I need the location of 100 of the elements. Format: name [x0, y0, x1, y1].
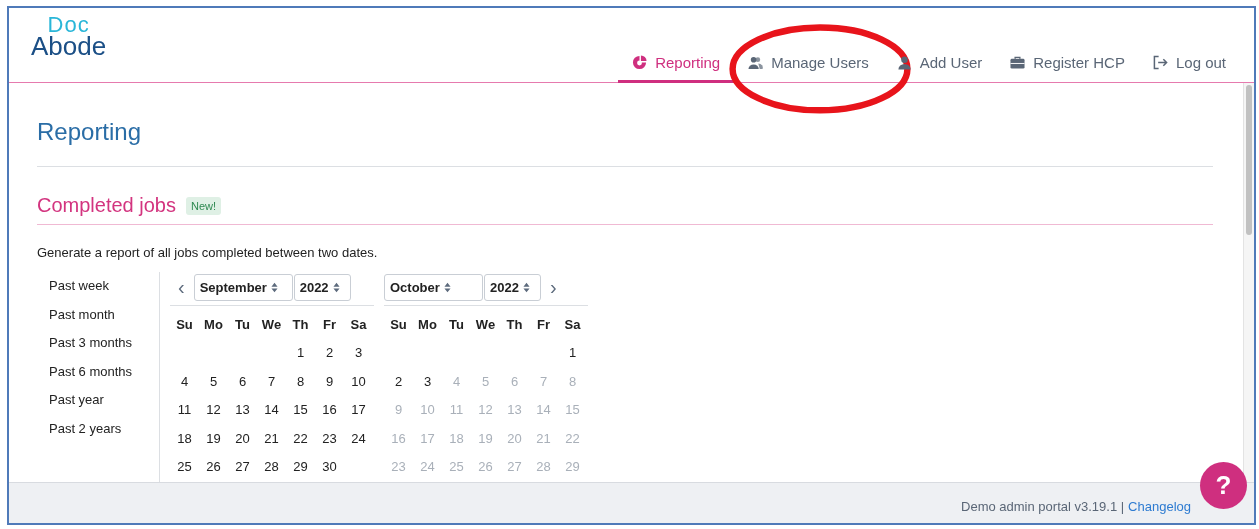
calendar-day[interactable]: 17 [351, 402, 366, 418]
calendar-day[interactable]: 30 [322, 459, 337, 475]
preset-item[interactable]: Past year [37, 392, 159, 421]
calendar-day[interactable]: 11 [177, 402, 192, 418]
calendar-day: 10 [420, 402, 435, 418]
pie-chart-icon [632, 55, 648, 70]
calendar-day[interactable]: 3 [423, 373, 432, 389]
calendar-day: 5 [481, 373, 490, 389]
calendar-day[interactable]: 1 [296, 345, 305, 361]
preset-item[interactable]: Past month [37, 306, 159, 335]
nav-tab[interactable]: Log out [1138, 54, 1240, 83]
calendar-day: 29 [565, 459, 580, 475]
calendar-day[interactable]: 22 [293, 430, 308, 446]
calendar-day[interactable]: 10 [351, 373, 366, 389]
sort-icon [332, 281, 340, 293]
calendar-day[interactable]: 15 [293, 402, 308, 418]
calendar-day[interactable]: 3 [354, 345, 363, 361]
calendar-day[interactable]: 14 [264, 402, 279, 418]
weekday-label: We [261, 316, 282, 332]
calendar-day: 27 [507, 459, 522, 475]
new-badge: New! [185, 196, 222, 215]
description: Generate a report of all jobs completed between two dates. [37, 244, 379, 262]
calendar-day[interactable]: 5 [209, 373, 218, 389]
preset-item[interactable]: Past 6 months [37, 363, 159, 392]
weekday-label: Su [390, 316, 407, 332]
calendar-day: 22 [565, 430, 580, 446]
calendar-day[interactable]: 12 [206, 402, 221, 418]
calendar-day[interactable]: 19 [206, 430, 221, 446]
calendar-day: 26 [478, 459, 493, 475]
calendar-day: 4 [452, 373, 461, 389]
month-select[interactable]: October [384, 273, 483, 301]
scrollbar[interactable] [1243, 83, 1254, 482]
calendar-day[interactable]: 26 [206, 459, 221, 475]
preset-item[interactable]: Past week [37, 278, 159, 307]
year-select[interactable]: 2022 [293, 273, 351, 301]
calendar-day: 6 [510, 373, 519, 389]
preset-item[interactable]: Past 3 months [37, 335, 159, 364]
calendar-day: 21 [536, 430, 551, 446]
calendar-day: 16 [391, 430, 406, 446]
calendar-day: 17 [420, 430, 435, 446]
sort-icon [522, 281, 530, 293]
calendar-day[interactable]: 13 [235, 402, 250, 418]
weekday-label: Mo [418, 316, 437, 332]
weekday-label: Fr [323, 316, 336, 332]
calendar-day[interactable]: 16 [322, 402, 337, 418]
section-title: Completed jobs [37, 194, 176, 217]
calendar-day: 20 [507, 430, 522, 446]
weekday-label: We [475, 316, 496, 332]
calendar-day[interactable]: 27 [235, 459, 250, 475]
changelog-link[interactable]: Changelog [1128, 498, 1191, 514]
calendar-day[interactable]: 29 [293, 459, 308, 475]
previous-month-button[interactable]: ‹ [170, 275, 193, 299]
next-month-button[interactable]: › [542, 275, 565, 299]
calendar-day[interactable]: 2 [394, 373, 403, 389]
calendar-day[interactable]: 28 [264, 459, 279, 475]
logo: Doc Abode [31, 16, 107, 57]
weekday-label: Tu [235, 316, 250, 332]
weekday-label: Mo [204, 316, 223, 332]
calendar-day[interactable]: 7 [267, 373, 276, 389]
calendar-day: 24 [420, 459, 435, 475]
calendar-day: 9 [394, 402, 403, 418]
month-select[interactable]: September [193, 273, 293, 301]
calendar-day[interactable]: 24 [351, 430, 366, 446]
calendar-day[interactable]: 6 [238, 373, 247, 389]
weekday-label: Th [506, 316, 523, 332]
calendar-day: 7 [539, 373, 548, 389]
calendar-day[interactable]: 8 [296, 373, 305, 389]
weekday-label: Sa [564, 316, 581, 332]
nav-tab[interactable]: Add User [882, 54, 997, 83]
briefcase-icon [1010, 55, 1026, 70]
preset-item[interactable]: Past 2 years [37, 420, 159, 449]
weekday-label: Sa [350, 316, 367, 332]
calendar-day: 13 [507, 402, 522, 418]
calendar-day[interactable]: 18 [177, 430, 192, 446]
calendar-day[interactable]: 1 [568, 345, 577, 361]
calendar-day[interactable]: 9 [325, 373, 334, 389]
calendar-day[interactable]: 21 [264, 430, 279, 446]
weekday-label: Fr [537, 316, 550, 332]
calendar-day: 19 [478, 430, 493, 446]
logout-icon [1152, 55, 1168, 70]
calendar-day: 28 [536, 459, 551, 475]
calendar-day[interactable]: 20 [235, 430, 250, 446]
nav-tab[interactable]: Reporting [618, 54, 735, 83]
user-icon [896, 55, 912, 70]
calendar-day: 25 [449, 459, 464, 475]
calendar-day[interactable]: 25 [177, 459, 192, 475]
calendar-day: 15 [565, 402, 580, 418]
calendar-day: 11 [449, 402, 464, 418]
footer-text: Demo admin portal v3.19.1 | [961, 498, 1125, 514]
sort-icon [443, 281, 451, 293]
scrollbar-thumb[interactable] [1246, 85, 1252, 235]
sort-icon [270, 281, 278, 293]
calendar-day: 18 [449, 430, 464, 446]
page-title: Reporting [37, 83, 1213, 167]
calendar-day: 14 [536, 402, 551, 418]
calendar-day[interactable]: 23 [322, 430, 337, 446]
calendar-day[interactable]: 2 [325, 345, 334, 361]
calendar-day[interactable]: 4 [180, 373, 189, 389]
nav-tab[interactable]: Register HCP [996, 54, 1139, 83]
year-select[interactable]: 2022 [484, 273, 541, 301]
